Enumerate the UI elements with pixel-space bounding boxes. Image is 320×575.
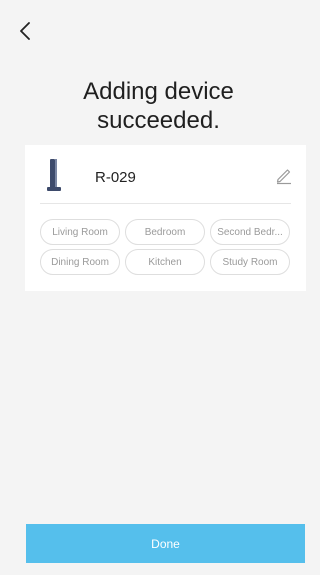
title-line-1: Adding device (83, 78, 234, 105)
device-card: R-029 Living Room Bedroom Second Bedr...… (25, 145, 306, 291)
room-chip-list: Living Room Bedroom Second Bedr... Dinin… (40, 219, 290, 275)
room-chip-label: Study Room (222, 256, 278, 268)
room-chip-label: Kitchen (148, 256, 182, 268)
room-chip-second-bedroom[interactable]: Second Bedr... (210, 219, 290, 245)
tower-fan-icon (47, 159, 61, 191)
chevron-left-icon (20, 22, 30, 40)
room-chip-label: Bedroom (144, 226, 186, 238)
device-name: R-029 (95, 169, 136, 186)
divider (40, 203, 291, 204)
back-button[interactable] (12, 18, 38, 44)
room-chip-study-room[interactable]: Study Room (210, 249, 290, 275)
room-chip-kitchen[interactable]: Kitchen (125, 249, 205, 275)
room-chip-label: Dining Room (51, 256, 109, 268)
pencil-icon[interactable] (274, 165, 294, 185)
room-chip-label: Living Room (52, 226, 108, 238)
room-chip-label: Second Bedr... (217, 226, 283, 238)
title-line-2: succeeded. (97, 107, 220, 134)
room-chip-bedroom[interactable]: Bedroom (125, 219, 205, 245)
page-title: Adding device succeeded. (0, 77, 317, 135)
room-chip-living-room[interactable]: Living Room (40, 219, 120, 245)
room-chip-dining-room[interactable]: Dining Room (40, 249, 120, 275)
done-button[interactable]: Done (26, 524, 305, 563)
